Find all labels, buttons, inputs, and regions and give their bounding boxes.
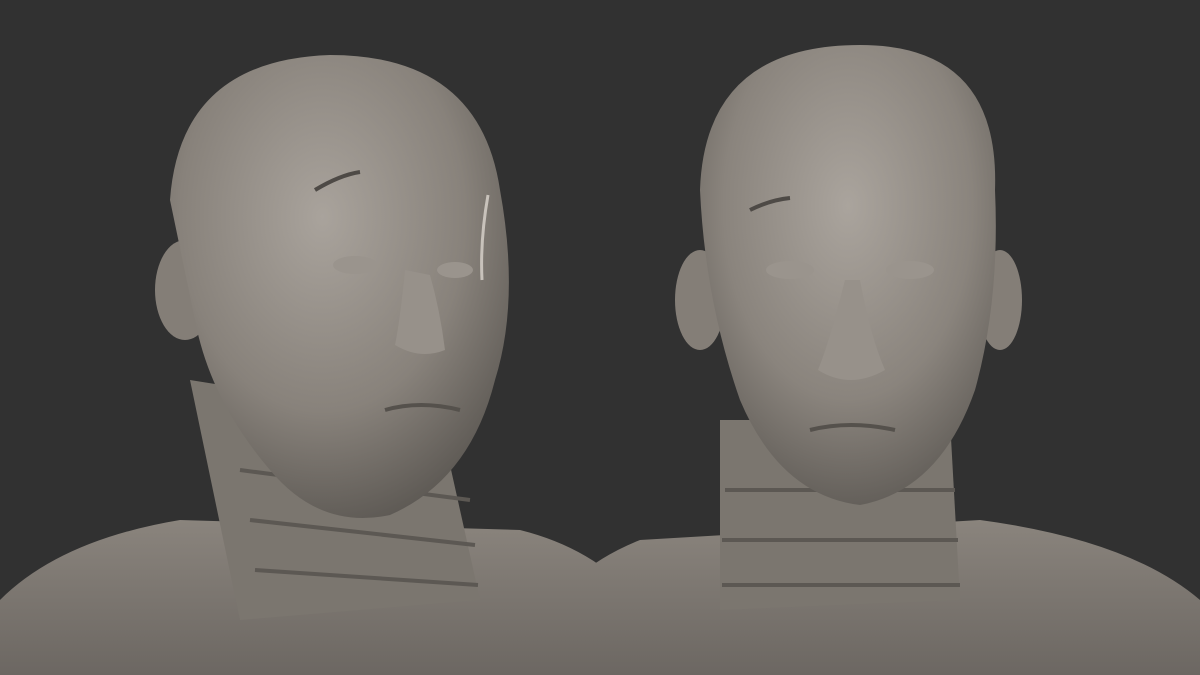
sculpt-render xyxy=(0,0,1200,675)
